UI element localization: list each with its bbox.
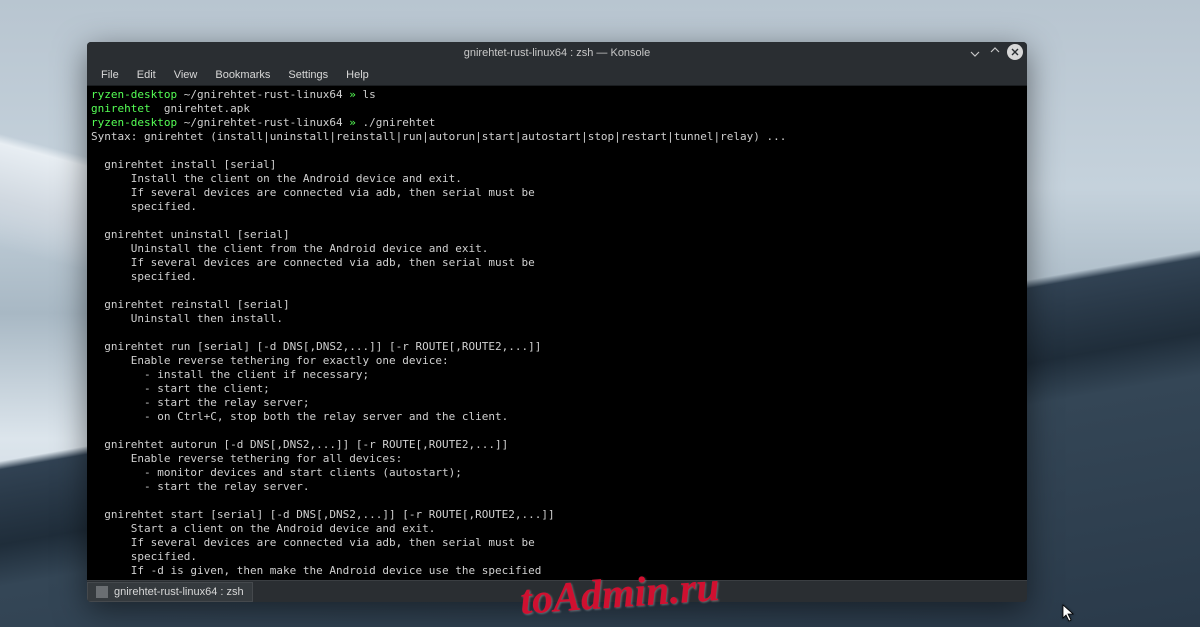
terminal-tab[interactable]: gnirehtet-rust-linux64 : zsh [87,582,253,602]
tab-label: gnirehtet-rust-linux64 : zsh [114,586,244,598]
command: ./gnirehtet [363,116,436,129]
terminal-output[interactable]: ryzen-desktop ~/gnirehtet-rust-linux64 »… [87,86,1027,580]
output-line: gnirehtet start [serial] [-d DNS[,DNS2,.… [91,508,555,521]
close-button[interactable] [1007,44,1023,60]
output-line: If several devices are connected via adb… [91,186,535,199]
output-line: specified. [91,270,197,283]
ls-output: gnirehtet.apk [151,102,250,115]
output-line: If several devices are connected via adb… [91,536,535,549]
output-line: - start the relay server. [91,480,310,493]
prompt-sep: » [343,116,363,129]
output-line: gnirehtet reinstall [serial] [91,298,290,311]
desktop-background: gnirehtet-rust-linux64 : zsh — Konsole F… [0,0,1200,627]
menu-settings[interactable]: Settings [280,67,336,83]
window-titlebar[interactable]: gnirehtet-rust-linux64 : zsh — Konsole [87,42,1027,64]
terminal-icon [96,586,108,598]
ls-output: gnirehtet [91,102,151,115]
output-line: gnirehtet run [serial] [-d DNS[,DNS2,...… [91,340,541,353]
output-line: Install the client on the Android device… [91,172,462,185]
output-line: gnirehtet uninstall [serial] [91,228,290,241]
output-line: - on Ctrl+C, stop both the relay server … [91,410,508,423]
prompt-host: ryzen-desktop [91,88,177,101]
maximize-button[interactable] [987,44,1003,60]
prompt-path: ~/gnirehtet-rust-linux64 [184,88,343,101]
output-line: Uninstall then install. [91,312,283,325]
menu-view[interactable]: View [166,67,206,83]
output-line: Enable reverse tethering for exactly one… [91,354,449,367]
output-line: If -d is given, then make the Android de… [91,564,541,577]
output-line: Syntax: gnirehtet (install|uninstall|rei… [91,130,786,143]
output-line: gnirehtet install [serial] [91,158,276,171]
command: ls [363,88,376,101]
output-line: - start the client; [91,382,270,395]
output-line: specified. [91,550,197,563]
output-line: Start a client on the Android device and… [91,522,435,535]
menu-bookmarks[interactable]: Bookmarks [207,67,278,83]
output-line: specified. [91,200,197,213]
prompt-host: ryzen-desktop [91,116,177,129]
output-line: - start the relay server; [91,396,310,409]
window-controls [967,44,1023,60]
menu-edit[interactable]: Edit [129,67,164,83]
prompt-path: ~/gnirehtet-rust-linux64 [184,116,343,129]
minimize-button[interactable] [967,44,983,60]
output-line: Uninstall the client from the Android de… [91,242,488,255]
output-line: If several devices are connected via adb… [91,256,535,269]
menu-bar: File Edit View Bookmarks Settings Help [87,64,1027,86]
cursor-icon [1062,604,1076,622]
output-line: gnirehtet autorun [-d DNS[,DNS2,...]] [-… [91,438,508,451]
output-line: - install the client if necessary; [91,368,369,381]
window-title: gnirehtet-rust-linux64 : zsh — Konsole [87,47,1027,59]
konsole-window: gnirehtet-rust-linux64 : zsh — Konsole F… [87,42,1027,602]
prompt-sep: » [343,88,363,101]
menu-help[interactable]: Help [338,67,377,83]
output-line: Enable reverse tethering for all devices… [91,452,402,465]
output-line: - monitor devices and start clients (aut… [91,466,462,479]
menu-file[interactable]: File [93,67,127,83]
